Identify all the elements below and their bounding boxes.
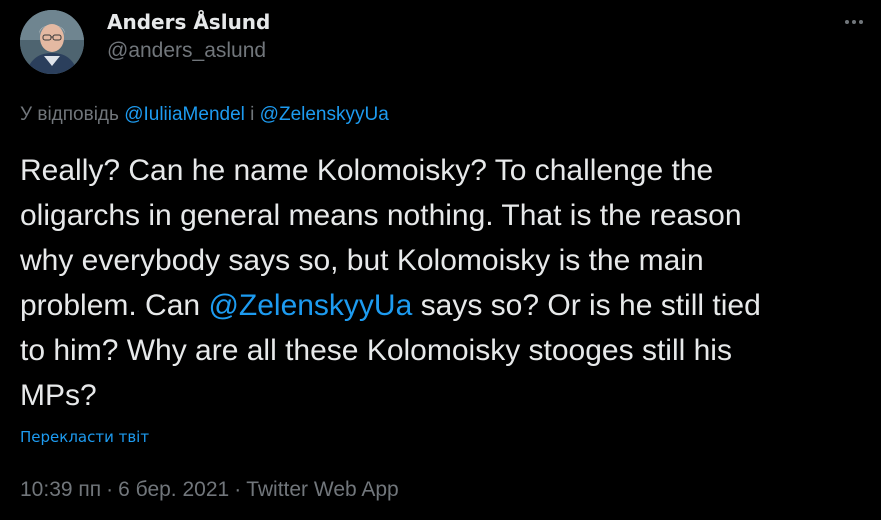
reply-mention-zelenskyyua[interactable]: @ZelenskyyUa <box>260 104 389 125</box>
meta-separator: · <box>234 478 242 501</box>
tweet-text-segment: problem. Can <box>20 289 209 322</box>
tweet-text-segment: says so? Or is he still tied <box>412 289 761 322</box>
more-options-button[interactable] <box>838 10 870 34</box>
tweet-text-line: to him? Why are all these Kolomoisky sto… <box>20 334 732 367</box>
reply-conjunction: і <box>250 104 255 125</box>
author-info: Anders Åslund @anders_aslund <box>107 8 270 66</box>
more-horizontal-icon <box>845 20 863 24</box>
tweet-text: Really? Can he name Kolomoisky? To chall… <box>20 148 865 418</box>
tweet-date[interactable]: 6 бер. 2021 <box>118 478 229 501</box>
tweet-text-line: MPs? <box>20 379 97 412</box>
tweet-text-line: oligarchs in general means nothing. That… <box>20 199 742 232</box>
reply-prefix: У відповідь <box>20 104 119 125</box>
reply-context: У відповідь @IuliiaMendel і @ZelenskyyUa <box>20 102 389 128</box>
avatar-image <box>20 10 84 74</box>
reply-mention-iuliiamendel[interactable]: @IuliiaMendel <box>124 104 245 125</box>
meta-separator: · <box>106 478 114 501</box>
tweet-text-line: why everybody says so, but Kolomoisky is… <box>20 244 704 277</box>
tweet-source[interactable]: Twitter Web App <box>246 478 399 501</box>
author-display-name[interactable]: Anders Åslund <box>107 8 270 36</box>
tweet-time[interactable]: 10:39 пп <box>20 478 101 501</box>
avatar[interactable] <box>20 10 84 74</box>
tweet-metadata: 10:39 пп · 6 бер. 2021 · Twitter Web App <box>20 474 399 506</box>
tweet: Anders Åslund @anders_aslund У відповідь… <box>0 0 881 520</box>
tweet-mention-zelenskyyua[interactable]: @ZelenskyyUa <box>208 289 412 322</box>
author-handle[interactable]: @anders_aslund <box>107 36 270 66</box>
tweet-text-line: problem. Can @ZelenskyyUa says so? Or is… <box>20 283 865 328</box>
translate-tweet-link[interactable]: Перекласти твіт <box>20 424 149 450</box>
tweet-text-line: Really? Can he name Kolomoisky? To chall… <box>20 154 714 187</box>
